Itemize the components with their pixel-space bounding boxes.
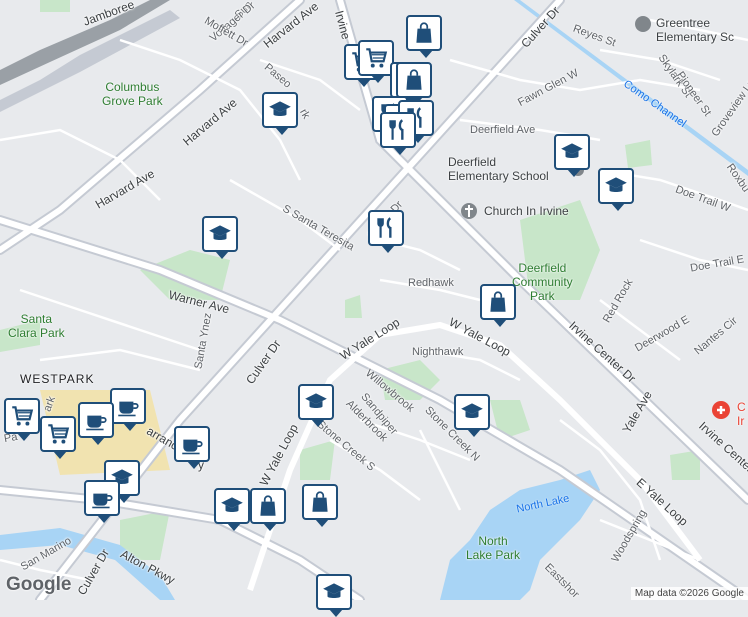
shopping-bag-marker[interactable]: [406, 15, 442, 58]
shopping-bag-marker[interactable]: [396, 62, 432, 105]
school-marker[interactable]: [262, 92, 298, 135]
poi-label-church[interactable]: Church In Irvine: [484, 204, 569, 218]
school-marker[interactable]: [554, 134, 590, 177]
cafe-icon: [179, 431, 205, 457]
park-label-columbus-grove[interactable]: Columbus Grove Park: [102, 80, 163, 108]
cafe-marker[interactable]: [174, 426, 210, 469]
shopping-cart-icon: [9, 403, 35, 429]
park-area: [625, 140, 652, 168]
greentree-school-icon[interactable]: [635, 16, 651, 32]
shopping-cart-marker[interactable]: [40, 416, 76, 459]
shopping-bag-icon: [307, 489, 333, 515]
poi-label-greentree-school[interactable]: Greentree Elementary Sc: [656, 16, 734, 44]
school-marker[interactable]: [598, 168, 634, 211]
school-icon: [303, 389, 329, 415]
street-label-redhawk: Redhawk: [408, 277, 454, 289]
cafe-icon: [83, 407, 109, 433]
school-marker[interactable]: [202, 216, 238, 259]
school-icon: [207, 221, 233, 247]
school-marker[interactable]: [454, 394, 490, 437]
park-label-north-lake[interactable]: North Lake Park: [466, 534, 520, 562]
shopping-cart-icon: [45, 421, 71, 447]
school-icon: [321, 579, 347, 605]
cafe-marker[interactable]: [110, 388, 146, 431]
cafe-icon: [89, 485, 115, 511]
map-attribution: Map data ©2026 Google: [630, 587, 748, 600]
street-label-deerfield-ave: Deerfield Ave: [470, 124, 536, 136]
cafe-icon: [115, 393, 141, 419]
school-marker[interactable]: [298, 384, 334, 427]
google-logo: Google: [6, 574, 72, 595]
park-label-santa-clara[interactable]: Santa Clara Park: [8, 312, 65, 340]
shopping-bag-marker[interactable]: [302, 484, 338, 527]
school-icon: [267, 97, 293, 123]
shopping-cart-marker[interactable]: [4, 398, 40, 441]
cafe-marker[interactable]: [84, 480, 120, 523]
shopping-bag-icon: [485, 289, 511, 315]
cafe-marker[interactable]: [78, 402, 114, 445]
school-icon: [559, 139, 585, 165]
restaurant-icon: [385, 117, 411, 143]
school-icon: [459, 399, 485, 425]
poi-label-hospital[interactable]: C Ir: [737, 400, 746, 428]
shopping-bag-icon: [411, 20, 437, 46]
district-label-westpark: WESTPARK: [20, 372, 95, 386]
shopping-bag-icon: [255, 493, 281, 519]
restaurant-marker[interactable]: [380, 112, 416, 155]
park-label-deerfield-community[interactable]: Deerfield Community Park: [512, 261, 573, 303]
street-label-nighthawk: Nighthawk: [412, 346, 464, 358]
school-icon: [603, 173, 629, 199]
restaurant-icon: [373, 215, 399, 241]
restaurant-marker[interactable]: [368, 210, 404, 253]
school-icon: [219, 493, 245, 519]
school-marker[interactable]: [316, 574, 352, 617]
shopping-bag-icon: [401, 67, 427, 93]
shopping-cart-marker[interactable]: [358, 40, 394, 83]
park-area: [40, 0, 70, 12]
shopping-bag-marker[interactable]: [480, 284, 516, 327]
school-marker[interactable]: [214, 488, 250, 531]
poi-label-deerfield-school[interactable]: Deerfield Elementary School: [448, 155, 549, 183]
shopping-bag-marker[interactable]: [250, 488, 286, 531]
shopping-cart-icon: [363, 45, 389, 71]
